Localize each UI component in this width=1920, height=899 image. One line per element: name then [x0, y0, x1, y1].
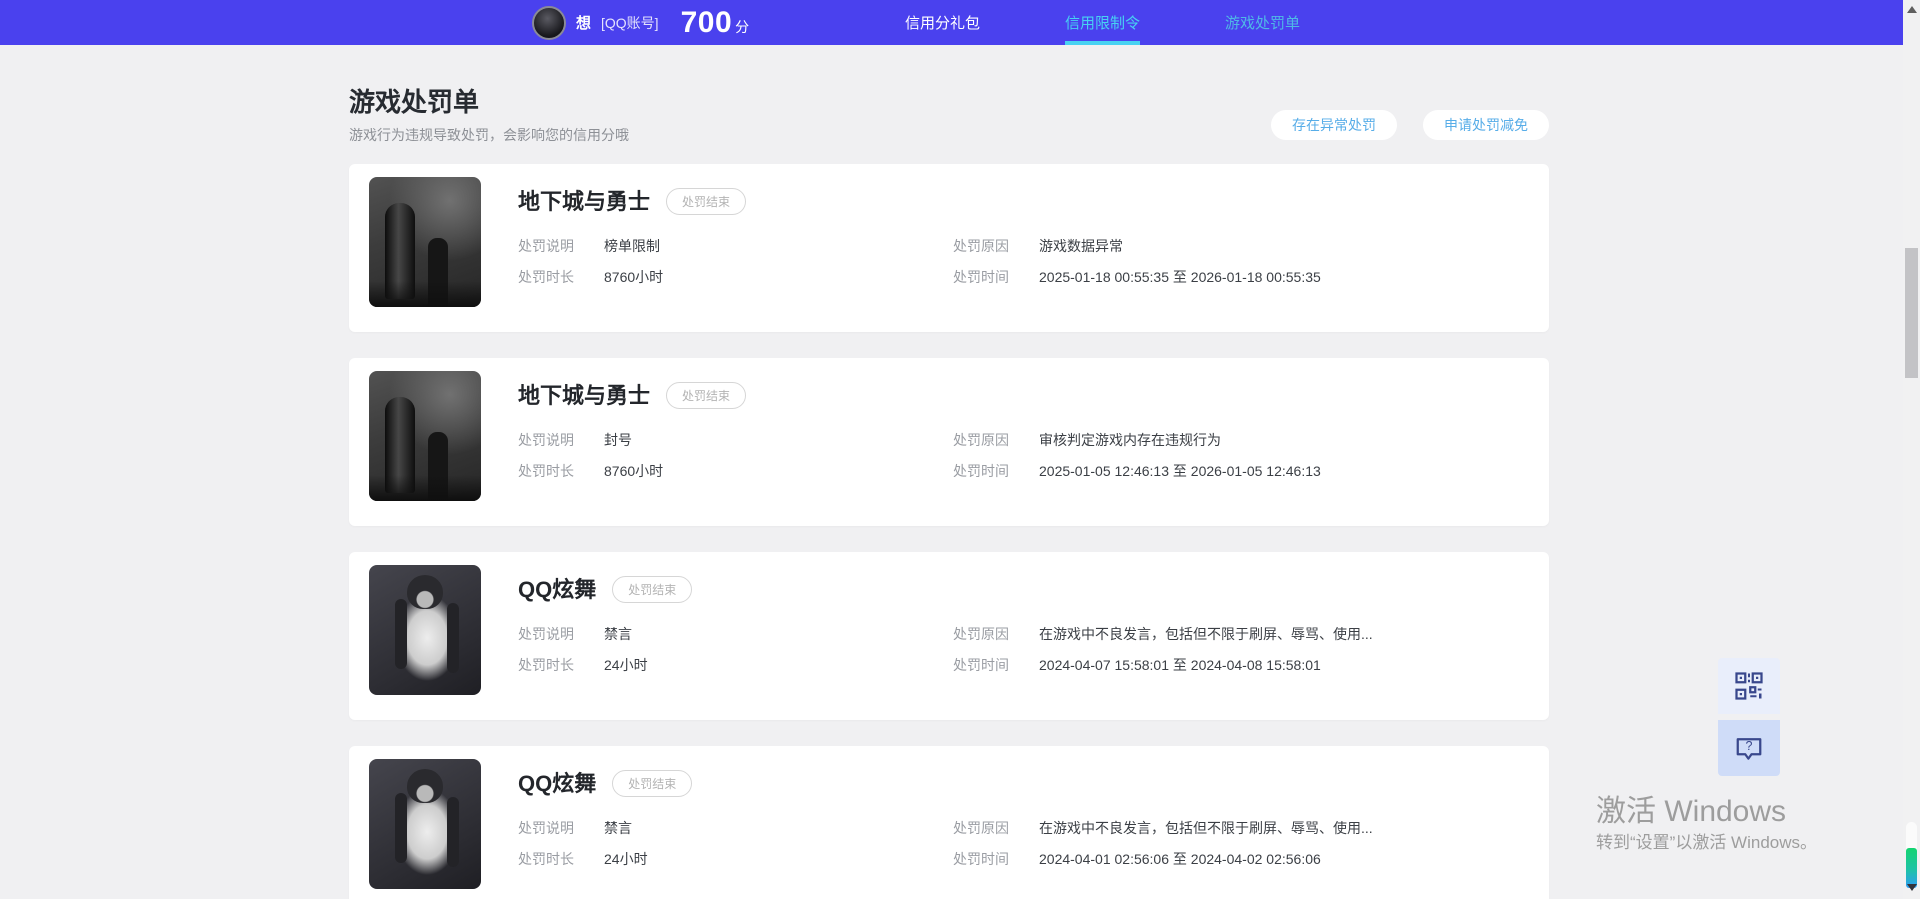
penalty-card: 地下城与勇士 处罚结束 处罚说明 封号 处罚原因 审核判定游戏内存在违规行为 处罚时… — [349, 358, 1549, 526]
watermark-line2: 转到“设置”以激活 Windows。 — [1596, 833, 1818, 852]
game-thumbnail — [369, 177, 481, 307]
game-title: 地下城与勇士 — [518, 382, 651, 408]
field-label-time: 处罚时间 — [953, 851, 1009, 867]
page-actions: 存在异常处罚 申请处罚减免 — [1271, 110, 1549, 140]
game-thumbnail — [369, 371, 481, 501]
penalty-reduction-button[interactable]: 申请处罚减免 — [1423, 110, 1549, 140]
top-header-bar: 想 [QQ账号] 700 分 信用分礼包 信用限制令 游戏处罚单 — [0, 0, 1920, 45]
qr-code-icon — [1735, 672, 1763, 700]
help-button[interactable]: ? — [1718, 720, 1780, 776]
field-label-desc: 处罚说明 — [518, 432, 574, 448]
credit-score-number: 700 — [680, 5, 733, 39]
field-label-time: 处罚时间 — [953, 657, 1009, 673]
game-thumbnail — [369, 565, 481, 695]
field-value-desc: 禁言 — [604, 820, 632, 836]
help-question-bubble-icon: ? — [1736, 738, 1762, 760]
floating-side-buttons: ? — [1718, 658, 1780, 776]
main-content: 游戏处罚单 游戏行为违规导致处罚，会影响您的信用分哦 存在异常处罚 申请处罚减免… — [349, 86, 1549, 899]
field-value-desc: 禁言 — [604, 626, 632, 642]
scrollbar-thumb[interactable] — [1905, 248, 1918, 378]
vertical-scrollbar[interactable] — [1903, 0, 1920, 899]
field-value-time: 2025-01-18 00:55:35 至 2026-01-18 00:55:3… — [1039, 269, 1321, 285]
tab-credit-restriction[interactable]: 信用限制令 — [1065, 0, 1141, 45]
field-label-time: 处罚时间 — [953, 269, 1009, 285]
field-label-desc: 处罚说明 — [518, 820, 574, 836]
field-label-duration: 处罚时长 — [518, 851, 574, 867]
field-label-duration: 处罚时长 — [518, 463, 574, 479]
field-value-reason: 审核判定游戏内存在违规行为 — [1039, 432, 1221, 448]
field-label-reason: 处罚原因 — [953, 432, 1009, 448]
game-thumbnail — [369, 759, 481, 889]
field-value-duration: 8760小时 — [604, 269, 664, 285]
field-label-duration: 处罚时长 — [518, 657, 574, 673]
field-label-duration: 处罚时长 — [518, 269, 574, 285]
field-value-reason: 游戏数据异常 — [1039, 238, 1123, 254]
user-block: 想 [QQ账号] 700 分 — [532, 0, 749, 45]
field-value-time: 2024-04-07 15:58:01 至 2024-04-08 15:58:0… — [1039, 657, 1321, 673]
username: 想 — [576, 15, 592, 32]
field-value-reason: 在游戏中不良发言，包括但不限于刷屏、辱骂、使用... — [1039, 820, 1373, 836]
watermark-line1: 激活 Windows — [1596, 795, 1787, 828]
field-label-time: 处罚时间 — [953, 463, 1009, 479]
field-label-desc: 处罚说明 — [518, 626, 574, 642]
status-badge: 处罚结束 — [612, 770, 693, 797]
windows-activation-watermark: 激活 Windows 转到“设置”以激活 Windows。 — [1596, 794, 1817, 854]
field-label-reason: 处罚原因 — [953, 820, 1009, 836]
credit-score-unit: 分 — [735, 18, 750, 35]
tab-game-penalty[interactable]: 游戏处罚单 — [1225, 0, 1300, 45]
field-label-desc: 处罚说明 — [518, 238, 574, 254]
credit-score: 700 分 — [681, 6, 750, 40]
user-avatar[interactable] — [532, 5, 566, 40]
qr-code-button[interactable] — [1718, 658, 1780, 714]
penalty-card: 地下城与勇士 处罚结束 处罚说明 榜单限制 处罚原因 游戏数据异常 处罚时长 8760… — [349, 164, 1549, 332]
field-value-desc: 榜单限制 — [604, 238, 660, 254]
field-value-time: 2025-01-05 12:46:13 至 2026-01-05 12:46:1… — [1039, 463, 1321, 479]
game-title: QQ炫舞 — [518, 770, 597, 796]
up-arrow-icon[interactable] — [1907, 6, 1917, 13]
penalty-card-list: 地下城与勇士 处罚结束 处罚说明 榜单限制 处罚原因 游戏数据异常 处罚时长 8760… — [349, 164, 1549, 899]
field-label-reason: 处罚原因 — [953, 238, 1009, 254]
svg-text:?: ? — [1746, 739, 1753, 753]
field-value-duration: 8760小时 — [604, 463, 664, 479]
abnormal-penalty-button[interactable]: 存在异常处罚 — [1271, 110, 1397, 140]
field-value-desc: 封号 — [604, 432, 632, 448]
field-value-duration: 24小时 — [604, 657, 648, 673]
penalty-card: QQ炫舞 处罚结束 处罚说明 禁言 处罚原因 在游戏中不良发言，包括但不限于刷屏、辱… — [349, 746, 1549, 899]
status-badge: 处罚结束 — [612, 576, 693, 603]
status-badge: 处罚结束 — [666, 382, 747, 409]
down-arrow-icon[interactable] — [1907, 884, 1917, 891]
account-type: [QQ账号] — [601, 14, 659, 31]
field-value-time: 2024-04-01 02:56:06 至 2024-04-02 02:56:0… — [1039, 851, 1321, 867]
field-value-reason: 在游戏中不良发言，包括但不限于刷屏、辱骂、使用... — [1039, 626, 1373, 642]
scroll-indicator-gradient[interactable] — [1906, 848, 1917, 888]
game-title: 地下城与勇士 — [518, 188, 651, 214]
game-title: QQ炫舞 — [518, 576, 597, 602]
status-badge: 处罚结束 — [666, 188, 747, 215]
field-label-reason: 处罚原因 — [953, 626, 1009, 642]
penalty-card: QQ炫舞 处罚结束 处罚说明 禁言 处罚原因 在游戏中不良发言，包括但不限于刷屏、辱… — [349, 552, 1549, 720]
header-nav-tabs: 信用分礼包 信用限制令 游戏处罚单 — [905, 0, 1300, 45]
field-value-duration: 24小时 — [604, 851, 648, 867]
tab-credit-gift[interactable]: 信用分礼包 — [905, 0, 980, 45]
